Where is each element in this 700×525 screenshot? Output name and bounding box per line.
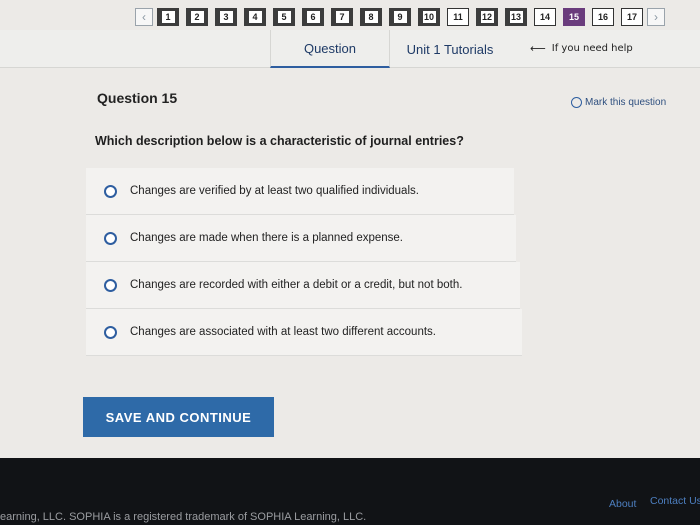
question-number-label: 4 [248, 11, 262, 23]
answer-option-label: Changes are verified by at least two qua… [130, 185, 419, 197]
question-number-label: 2 [190, 11, 204, 23]
question-number-label: 8 [364, 11, 378, 23]
question-number-1[interactable]: 1 [157, 8, 179, 26]
answer-option[interactable]: Changes are recorded with either a debit… [86, 262, 520, 309]
question-prompt: Which description below is a characteris… [95, 134, 464, 148]
question-number-2[interactable]: 2 [186, 8, 208, 26]
question-number-label: 13 [509, 11, 523, 23]
answer-option-label: Changes are recorded with either a debit… [130, 279, 463, 291]
question-number-3[interactable]: 3 [215, 8, 237, 26]
answer-option-label: Changes are made when there is a planned… [130, 232, 403, 244]
question-number-label: 12 [480, 11, 494, 23]
tab-question[interactable]: Question [270, 30, 390, 68]
answer-option[interactable]: Changes are verified by at least two qua… [86, 168, 514, 215]
help-note-text: If you need help [551, 43, 633, 54]
radio-button-icon[interactable] [104, 231, 117, 245]
arrow-left-icon: ⟵ [530, 42, 546, 55]
radio-button-icon[interactable] [104, 325, 117, 339]
footer-copyright: earning, LLC. SOPHIA is a registered tra… [0, 511, 367, 523]
question-number-label: 11 [453, 12, 463, 22]
answer-options: Changes are verified by at least two qua… [86, 168, 522, 356]
help-note: ⟵ If you need help [530, 42, 633, 55]
question-number-12[interactable]: 12 [476, 8, 498, 26]
question-number-7[interactable]: 7 [331, 8, 353, 26]
question-number-label: 3 [219, 11, 233, 23]
question-number-14[interactable]: 14 [534, 8, 556, 26]
radio-button-icon[interactable] [104, 184, 117, 198]
chevron-left-icon[interactable]: ‹ [135, 8, 153, 26]
save-and-continue-button[interactable]: SAVE AND CONTINUE [83, 397, 274, 437]
mark-question-label: Mark this question [585, 97, 667, 108]
chevron-right-icon[interactable]: › [647, 8, 665, 26]
footer-contact-link[interactable]: Contact Us [650, 495, 700, 507]
question-number-13[interactable]: 13 [505, 8, 527, 26]
question-number-11[interactable]: 11 [447, 8, 469, 26]
tab-unit-tutorials[interactable]: Unit 1 Tutorials [392, 30, 508, 68]
question-title: Question 15 [97, 90, 178, 106]
mark-question-toggle[interactable]: Mark this question [571, 97, 666, 108]
question-number-5[interactable]: 5 [273, 8, 295, 26]
question-nav: ‹ 1 2 3 4 5 6 7 8 9 10 11 12 13 14 15 16 17 › [135, 4, 665, 30]
question-number-16[interactable]: 16 [592, 8, 614, 26]
answer-option-label: Changes are associated with at least two… [130, 326, 436, 338]
question-number-label: 16 [597, 12, 608, 22]
footer-about-link[interactable]: About [609, 498, 636, 510]
question-number-17[interactable]: 17 [621, 8, 643, 26]
question-number-label: 10 [422, 11, 436, 23]
question-number-6[interactable]: 6 [302, 8, 324, 26]
question-number-label: 17 [626, 12, 637, 22]
radio-button-icon[interactable] [104, 278, 117, 292]
question-number-4[interactable]: 4 [244, 8, 266, 26]
question-number-label: 5 [277, 11, 291, 23]
question-number-15[interactable]: 15 [563, 8, 585, 26]
question-number-8[interactable]: 8 [360, 8, 382, 26]
question-number-label: 15 [568, 12, 579, 22]
answer-option[interactable]: Changes are associated with at least two… [86, 309, 522, 356]
question-number-label: 14 [539, 12, 550, 22]
question-number-10[interactable]: 10 [418, 8, 440, 26]
question-number-9[interactable]: 9 [389, 8, 411, 26]
question-number-label: 1 [161, 11, 175, 23]
question-number-label: 9 [393, 11, 407, 23]
radio-circle-icon [571, 97, 582, 108]
question-number-label: 6 [306, 11, 320, 23]
answer-option[interactable]: Changes are made when there is a planned… [86, 215, 516, 262]
question-number-label: 7 [335, 11, 349, 23]
question-number-list: 1 2 3 4 5 6 7 8 9 10 11 12 13 14 15 16 17 [157, 8, 643, 26]
